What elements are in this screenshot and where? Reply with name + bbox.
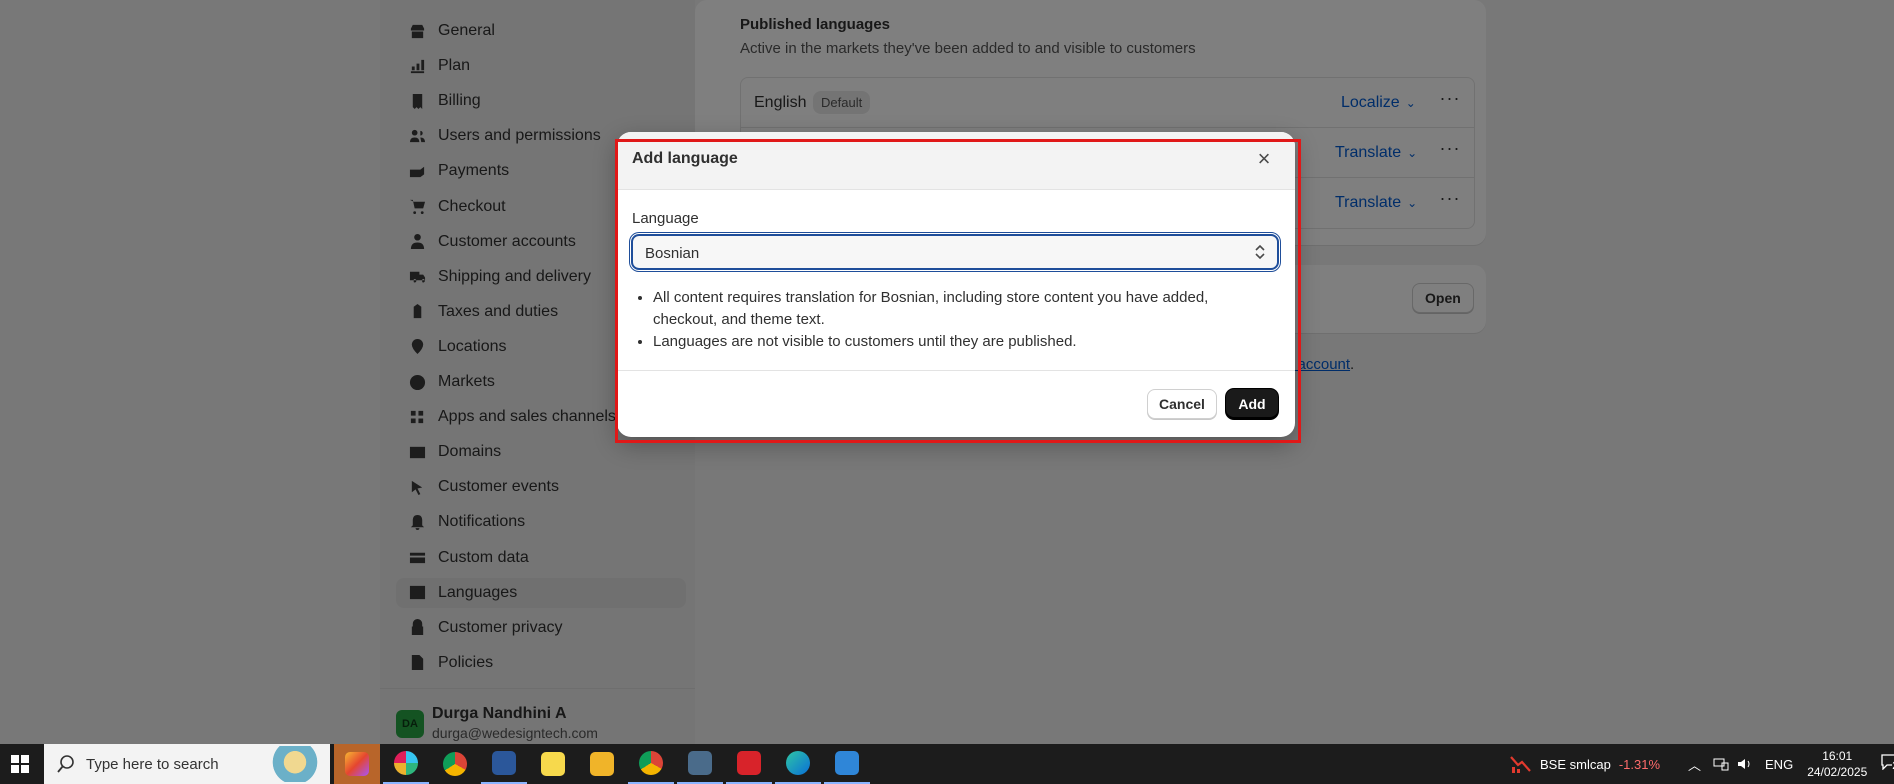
- stock-widget[interactable]: BSE smlcap -1.31%: [1510, 744, 1660, 784]
- modal-title: Add language: [632, 150, 738, 167]
- search-highlight-image: [264, 746, 326, 782]
- clock-date: 24/02/2025: [1807, 765, 1868, 779]
- clock[interactable]: 16:01 24/02/2025: [1807, 748, 1867, 780]
- add-button[interactable]: Add: [1226, 389, 1278, 419]
- taskbar-app-slack[interactable]: [383, 744, 429, 784]
- chevron-up-icon[interactable]: ︿: [1688, 755, 1701, 774]
- edge-icon: [786, 751, 810, 775]
- note-item: Languages are not visible to customers u…: [653, 331, 1253, 353]
- taskbar-app-file-explorer[interactable]: [579, 744, 625, 784]
- stock-name: BSE smlcap: [1540, 756, 1611, 772]
- selected-language: Bosnian: [645, 245, 700, 262]
- photos-icon: [835, 751, 859, 775]
- taskbar-app-game[interactable]: [726, 744, 772, 784]
- note-item: All content requires translation for Bos…: [653, 287, 1253, 331]
- copilot-icon: [345, 752, 369, 776]
- chrome-profile-icon: [639, 751, 663, 775]
- language-field-label: Language: [632, 210, 699, 227]
- taskbar-app-chrome[interactable]: [432, 744, 478, 784]
- notification-center-button[interactable]: 20: [1881, 754, 1894, 774]
- file-explorer-icon: [590, 752, 614, 776]
- taskbar-search[interactable]: Type here to search: [44, 744, 330, 784]
- stock-down-icon: [1510, 756, 1531, 773]
- taskbar-app-word[interactable]: [481, 744, 527, 784]
- select-arrows-icon: [1255, 244, 1265, 260]
- clock-time: 16:01: [1822, 749, 1853, 763]
- input-language[interactable]: ENG: [1765, 757, 1793, 772]
- chrome-icon: [443, 752, 467, 776]
- taskbar-app-edge[interactable]: [775, 744, 821, 784]
- taskbar-app-chrome-profile[interactable]: [628, 744, 674, 784]
- language-select[interactable]: Bosnian: [629, 232, 1281, 272]
- cancel-button[interactable]: Cancel: [1147, 389, 1217, 419]
- windows-icon: [11, 755, 29, 773]
- slack-icon: [394, 751, 418, 775]
- game-icon: [737, 751, 761, 775]
- taskbar-app-calculator[interactable]: [677, 744, 723, 784]
- add-language-modal: Add language × Language Bosnian All cont…: [617, 132, 1295, 437]
- start-button[interactable]: [0, 744, 40, 784]
- calculator-icon: [688, 751, 712, 775]
- volume-icon[interactable]: [1737, 757, 1753, 771]
- taskbar-app-sticky-notes[interactable]: [530, 744, 576, 784]
- search-icon: [57, 755, 74, 773]
- taskbar-app-photos[interactable]: [824, 744, 870, 784]
- windows-taskbar: Type here to search BSE smlcap -1.31% ︿ …: [0, 744, 1894, 784]
- network-icon[interactable]: [1713, 757, 1729, 771]
- modal-header: Add language ×: [617, 132, 1295, 190]
- word-icon: [492, 751, 516, 775]
- language-notes: All content requires translation for Bos…: [653, 287, 1253, 353]
- modal-footer: Cancel Add: [617, 370, 1295, 437]
- sticky-notes-icon: [541, 752, 565, 776]
- close-icon[interactable]: ×: [1253, 148, 1275, 171]
- search-placeholder: Type here to search: [86, 755, 219, 773]
- system-tray: ︿ ENG 16:01 24/02/2025 20: [1688, 744, 1894, 784]
- stock-change: -1.31%: [1618, 756, 1661, 772]
- taskbar-app-copilot[interactable]: [334, 744, 380, 784]
